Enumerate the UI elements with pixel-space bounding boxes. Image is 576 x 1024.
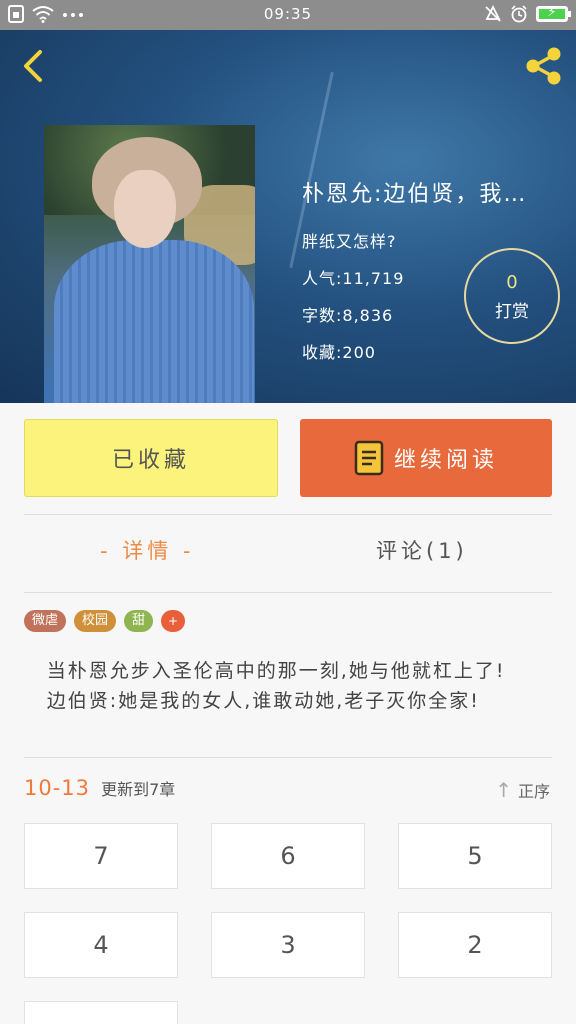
status-bar: 09:35 ⚡ [0,0,576,30]
chapter-item[interactable]: 6 [211,823,365,889]
synopsis-paragraph: 边伯贤:她是我的女人,谁敢动她,老子灭你全家! [46,690,480,712]
tag-chip[interactable]: 校园 [74,610,117,632]
collected-button[interactable]: 已收藏 [24,419,278,497]
alarm-icon [511,5,527,23]
divider [24,592,552,593]
chapter-item[interactable]: 2 [398,912,552,978]
divider [24,757,552,758]
book-author[interactable]: 胖纸又怎样? [302,228,564,252]
battery-charging-icon: ⚡ [536,5,571,22]
chapter-item[interactable]: 3 [211,912,365,978]
tip-button[interactable]: 0 打赏 [464,248,560,344]
tag-list: 微虐 校园 甜 + [24,610,186,632]
chapter-item[interactable]: 5 [398,823,552,889]
update-row: 10-13 更新到7章 ↑ 正序 [24,776,552,806]
book-title: 朴恩允:边伯贤，我… [302,182,528,207]
book-icon [354,440,384,476]
tag-chip[interactable]: 微虐 [24,610,67,632]
tab-detail[interactable]: - 详情 - [100,535,195,565]
arrow-up-icon: ↑ [495,778,512,802]
tip-label: 打赏 [495,302,529,322]
share-icon[interactable] [522,44,566,88]
continue-reading-label: 继续阅读 [393,448,498,473]
update-text: 更新到7章 [101,780,176,799]
tag-chip[interactable]: 甜 [124,610,154,632]
update-date: 10-13 [24,776,91,800]
sort-order-label: 正序 [517,782,550,801]
synopsis-paragraph: 当朴恩允步入圣伦高中的那一刻,她与他就杠上了! [46,660,506,682]
continue-reading-button[interactable]: 继续阅读 [300,419,552,497]
book-cover-image [44,125,255,403]
book-header: 朴恩允:边伯贤，我… 胖纸又怎样? 人气:11,719 字数:8,836 收藏:… [0,30,576,403]
status-right: ⚡ [484,5,571,23]
sort-order-button[interactable]: ↑ 正序 [495,778,550,802]
chapter-item[interactable] [24,1001,178,1024]
chapter-item[interactable]: 4 [24,912,178,978]
mute-icon [485,5,501,22]
more-tags-button[interactable]: + [161,610,186,632]
favorites-stat: 收藏:200 [302,343,376,362]
tab-comments[interactable]: 评论(1) [376,535,468,565]
divider [24,514,552,515]
tip-count: 0 [506,272,518,293]
synopsis: 当朴恩允步入圣伦高中的那一刻,她与他就杠上了! 边伯贤:她是我的女人,谁敢动她,… [24,656,552,716]
chevron-left-icon[interactable] [14,46,54,86]
collected-label: 已收藏 [111,448,190,473]
chapter-item[interactable]: 7 [24,823,178,889]
